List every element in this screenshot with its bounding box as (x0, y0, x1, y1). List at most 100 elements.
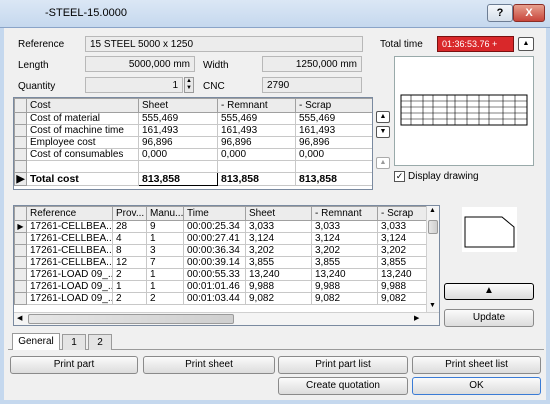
length-label: Length (18, 60, 49, 71)
parts-cell: 13,240 (245, 268, 312, 281)
ok-button[interactable]: OK (412, 377, 541, 395)
total-time-up-button[interactable]: ▲ (518, 37, 534, 51)
close-button[interactable]: X (513, 4, 545, 22)
parts-cell: 17261-CELLBEA... (26, 232, 113, 245)
parts-header-remnant[interactable]: - Remnant (311, 206, 378, 221)
help-button[interactable]: ? (487, 4, 513, 22)
row-indicator-current: ▶ (14, 172, 27, 186)
display-drawing-checkbox[interactable]: ✓ (394, 171, 405, 182)
scroll-up-icon[interactable]: ▲ (429, 207, 436, 214)
table-row[interactable]: 17261-CELLBEA... 12 7 00:00:39.14 3,855 … (14, 256, 428, 269)
tab-1[interactable]: 1 (62, 334, 86, 350)
print-part-list-button[interactable]: Print part list (278, 356, 408, 374)
update-button[interactable]: Update (444, 309, 534, 327)
parts-cell: 00:00:25.34 (183, 220, 246, 233)
width-field[interactable]: 1250,000 mm (262, 56, 362, 72)
parts-cell: 2 (112, 292, 147, 305)
table-row[interactable]: Cost of machine time 161,493 161,493 161… (14, 124, 372, 137)
parts-cell: 00:00:36.34 (183, 244, 246, 257)
parts-header-scrap[interactable]: - Scrap (377, 206, 428, 221)
print-sheet-button[interactable]: Print sheet (143, 356, 275, 374)
window-title: -STEEL-15.0000 (45, 7, 127, 19)
window-frame-left (0, 28, 4, 404)
table-row[interactable]: 17261-LOAD 09_... 1 1 00:01:01.46 9,988 … (14, 280, 428, 293)
tab-2[interactable]: 2 (88, 334, 112, 350)
parts-cell: 00:01:01.46 (183, 280, 246, 293)
parts-cell: 17261-LOAD 09_... (26, 280, 113, 293)
reference-field[interactable]: 15 STEEL 5000 x 1250 (85, 36, 363, 52)
cost-cell: Cost of consumables (26, 148, 139, 161)
table-row[interactable]: 17261-LOAD 09_... 2 1 00:00:55.33 13,240… (14, 268, 428, 281)
cost-cell: 161,493 (217, 124, 296, 137)
row-indicator (14, 280, 27, 293)
parts-table: Reference Prov... Manu... Time Sheet - R… (13, 205, 440, 326)
row-indicator (14, 148, 27, 161)
quantity-field[interactable]: 1 (85, 77, 183, 93)
parts-cell: 17261-CELLBEA... (26, 220, 113, 233)
width-label: Width (203, 60, 229, 71)
cost-header-scrap[interactable]: - Scrap (295, 98, 372, 113)
print-sheet-list-button[interactable]: Print sheet list (412, 356, 541, 374)
table-row[interactable]: 17261-CELLBEA... 4 1 00:00:27.41 3,124 3… (14, 232, 428, 245)
table-row[interactable]: Cost of consumables 0,000 0,000 0,000 (14, 148, 372, 161)
parts-header-time[interactable]: Time (183, 206, 246, 221)
parts-cell: 7 (146, 256, 184, 269)
parts-cell: 3,033 (311, 220, 378, 233)
row-indicator (14, 244, 27, 257)
scroll-right-icon[interactable]: ▶ (414, 314, 419, 322)
parts-cell: 9,988 (245, 280, 312, 293)
row-indicator (14, 292, 27, 305)
total-time-label: Total time (380, 39, 423, 50)
scroll-left-icon[interactable]: ◀ (17, 314, 22, 322)
parts-vertical-scrollbar[interactable]: ▲ ▼ (426, 206, 439, 312)
parts-header-prov[interactable]: Prov... (112, 206, 147, 221)
cost-cell: 161,493 (138, 124, 218, 137)
scroll-preview-up-button[interactable]: ▲ (444, 283, 534, 300)
parts-cell: 3,202 (311, 244, 378, 257)
parts-cell: 4 (112, 232, 147, 245)
parts-cell: 17261-CELLBEA... (26, 256, 113, 269)
move-down-button[interactable]: ▼ (376, 126, 390, 138)
parts-cell: 3,124 (245, 232, 312, 245)
tab-general[interactable]: General (12, 333, 60, 350)
parts-header-sheet[interactable]: Sheet (245, 206, 312, 221)
scroll-down-icon[interactable]: ▼ (429, 302, 436, 309)
parts-cell: 00:00:55.33 (183, 268, 246, 281)
parts-header-reference[interactable]: Reference (26, 206, 113, 221)
table-row[interactable]: ▶ 17261-CELLBEA... 28 9 00:00:25.34 3,03… (14, 220, 428, 233)
window-frame-right (546, 28, 550, 404)
quantity-stepper[interactable]: ▲ ▼ (184, 77, 194, 93)
total-cost-row[interactable]: ▶ Total cost 813,858 813,858 813,858 (14, 172, 372, 186)
table-row[interactable]: 17261-CELLBEA... 8 3 00:00:36.34 3,202 3… (14, 244, 428, 257)
length-field[interactable]: 5000,000 mm (85, 56, 195, 72)
parts-cell: 3,124 (377, 232, 428, 245)
table-row[interactable]: 17261-LOAD 09_... 2 2 00:01:03.44 9,082 … (14, 292, 428, 305)
parts-cell: 00:00:27.41 (183, 232, 246, 245)
move-top-button[interactable]: ▲ (376, 157, 390, 169)
move-up-button[interactable]: ▲ (376, 111, 390, 123)
cost-cell: 0,000 (217, 148, 296, 161)
table-row[interactable]: Cost of material 555,469 555,469 555,469 (14, 112, 372, 125)
row-indicator (14, 124, 27, 137)
cost-cell: Cost of machine time (26, 124, 139, 137)
cost-cell: 555,469 (295, 112, 372, 125)
parts-header-manu[interactable]: Manu... (146, 206, 184, 221)
corner-cell (14, 98, 27, 113)
parts-cell: 17261-LOAD 09_... (26, 292, 113, 305)
parts-cell: 13,240 (377, 268, 428, 281)
row-indicator-current: ▶ (14, 220, 27, 233)
parts-horizontal-scrollbar[interactable]: ◀ ▶ (14, 312, 439, 325)
print-part-button[interactable]: Print part (10, 356, 138, 374)
cost-header-remnant[interactable]: - Remnant (217, 98, 296, 113)
cnc-label: CNC (203, 81, 225, 92)
create-quotation-button[interactable]: Create quotation (278, 377, 408, 395)
cost-header-cost[interactable]: Cost (26, 98, 139, 113)
parts-cell: 2 (112, 268, 147, 281)
horizontal-scroll-thumb[interactable] (28, 314, 234, 324)
parts-cell: 1 (146, 280, 184, 293)
cost-header-sheet[interactable]: Sheet (138, 98, 218, 113)
table-row[interactable]: Employee cost 96,896 96,896 96,896 (14, 136, 372, 149)
cost-cell: 96,896 (138, 136, 218, 149)
cnc-field[interactable]: 2790 (262, 77, 362, 93)
vertical-scroll-thumb[interactable] (428, 220, 438, 234)
